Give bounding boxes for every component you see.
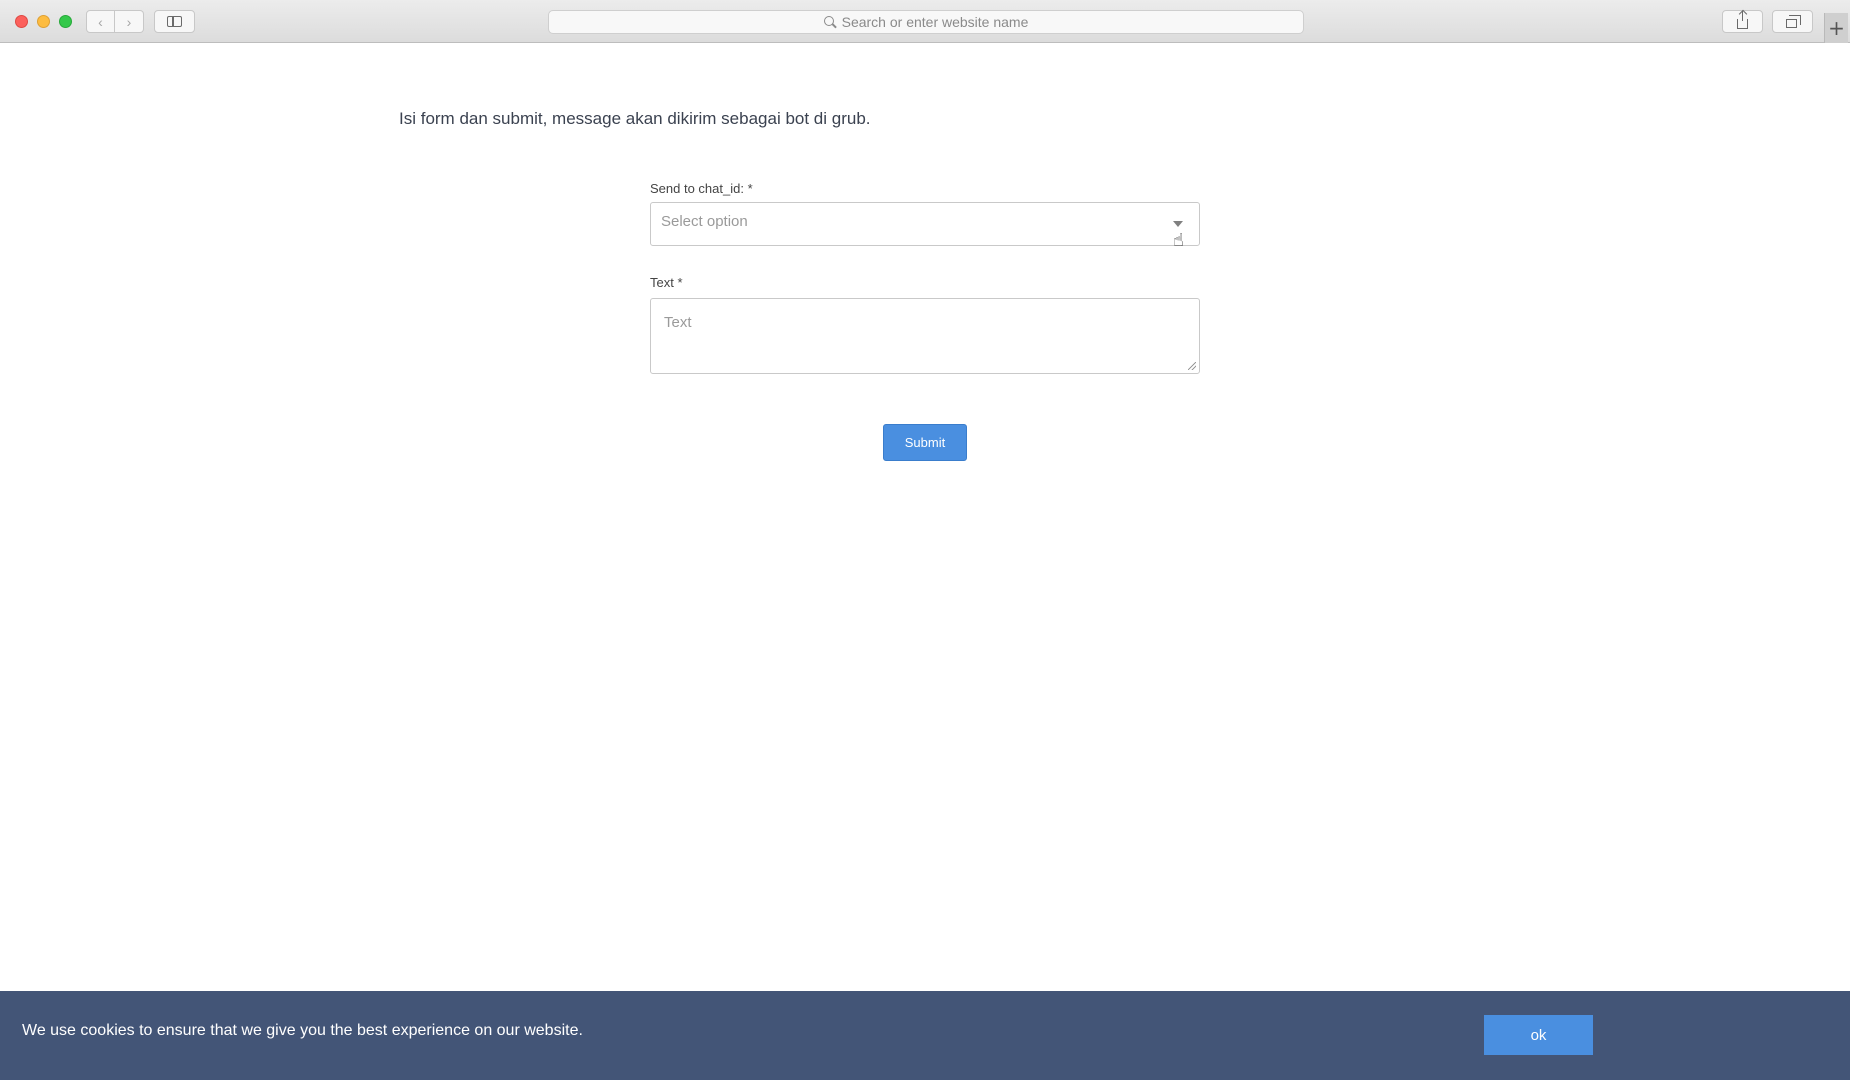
page-content: Isi form dan submit, message akan dikiri… [0,43,1850,1080]
sidebar-icon [167,16,182,27]
search-icon [823,16,836,28]
tab-overview-icon [1785,14,1801,28]
history-nav: ‹ › [86,10,144,33]
tab-overview-button[interactable] [1772,10,1813,33]
forward-button[interactable]: › [115,10,144,33]
chevron-left-icon: ‹ [98,13,103,30]
sidebar-toggle-button[interactable] [154,10,195,33]
plus-icon: + [1828,16,1845,40]
intro-text: Isi form dan submit, message akan dikiri… [399,109,871,128]
submit-button[interactable]: Submit [883,424,967,461]
chat-id-placeholder: Select option [661,213,748,230]
chevron-right-icon: › [126,13,132,30]
text-placeholder: Text [664,314,692,331]
chevron-down-icon [1173,221,1183,227]
text-textarea[interactable]: Text [650,298,1200,374]
close-window-button[interactable] [15,15,28,28]
address-bar[interactable]: Search or enter website name [548,10,1304,34]
cookie-message: We use cookies to ensure that we give yo… [22,1022,583,1039]
back-button[interactable]: ‹ [86,10,115,33]
minimize-window-button[interactable] [37,15,50,28]
zoom-window-button[interactable] [59,15,72,28]
browser-toolbar: ‹ › Search or enter website name + [0,0,1850,43]
cookie-banner: We use cookies to ensure that we give yo… [0,991,1850,1080]
share-button[interactable] [1722,10,1763,33]
chat-id-select[interactable]: Select option [650,202,1200,246]
text-label: Text * [650,275,683,290]
address-bar-placeholder: Search or enter website name [841,14,1029,30]
cookie-ok-button[interactable]: ok [1484,1015,1593,1055]
chat-id-label: Send to chat_id: * [650,181,753,196]
share-icon [1737,10,1748,29]
resize-handle-icon[interactable] [1188,362,1196,370]
pointer-cursor-icon: ☝ [1173,230,1184,251]
new-tab-button[interactable]: + [1824,13,1848,43]
